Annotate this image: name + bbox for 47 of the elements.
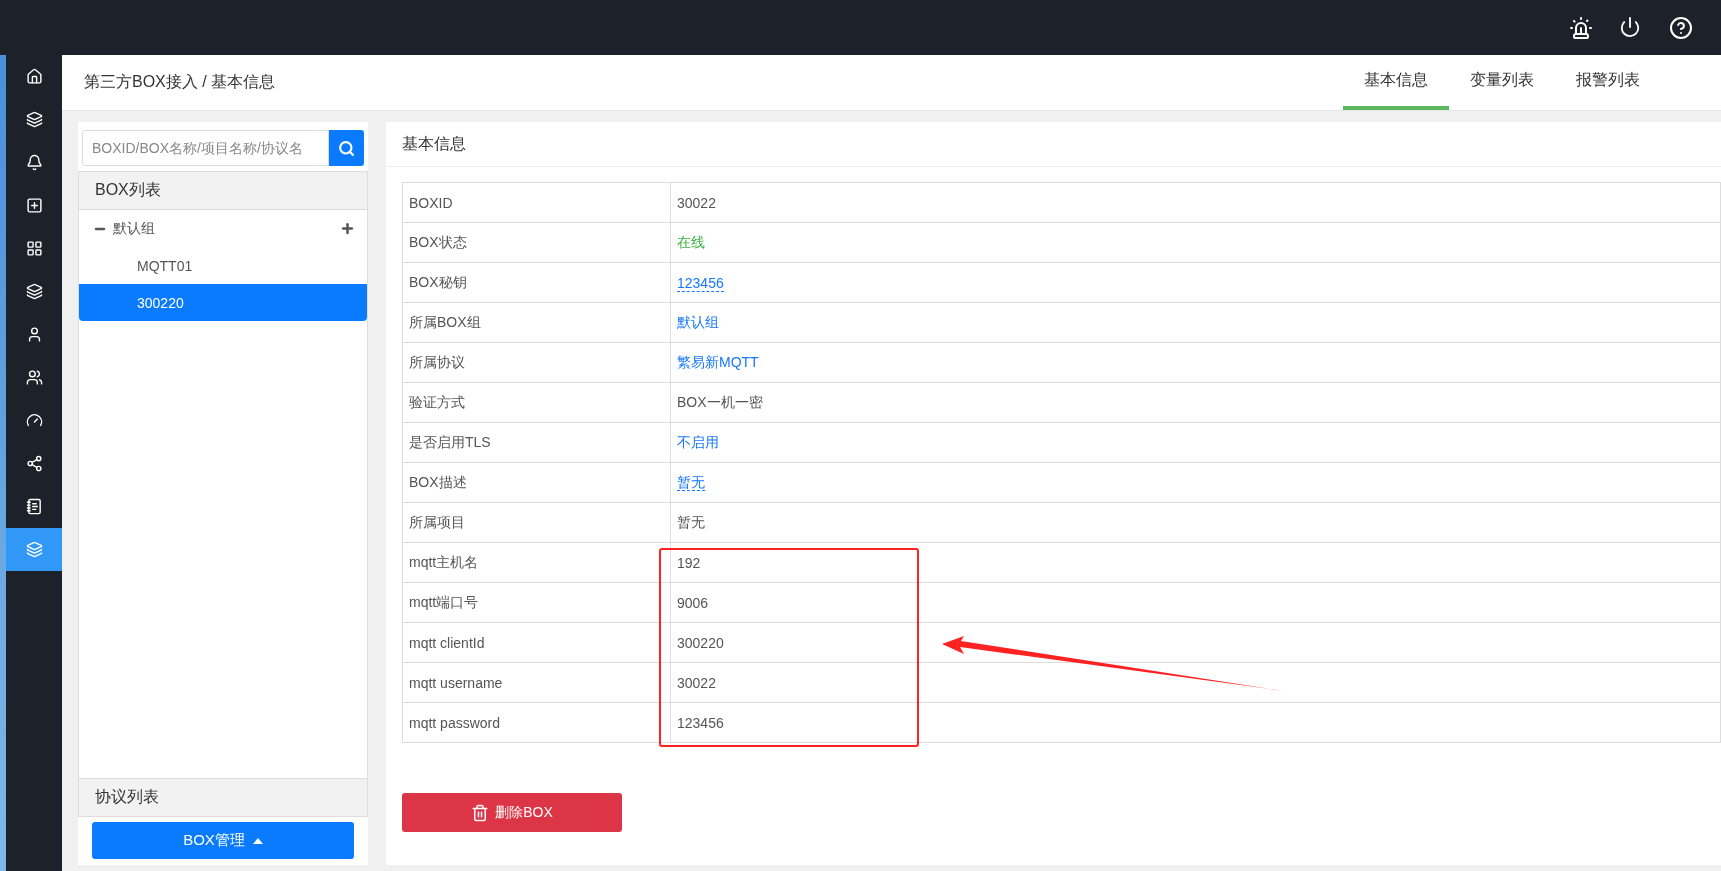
tab[interactable]: 报警列表 bbox=[1555, 55, 1661, 110]
trash-icon bbox=[471, 803, 490, 822]
table-cell: BOX状态 bbox=[402, 222, 671, 263]
table-cell: 123456 bbox=[670, 262, 1721, 303]
table-cell: BOXID bbox=[402, 182, 671, 223]
tree-item[interactable]: 300220 bbox=[79, 284, 367, 321]
table-cell: 暂无 bbox=[670, 462, 1721, 503]
caret-icon bbox=[252, 837, 263, 844]
table-cell: BOX描述 bbox=[402, 462, 671, 503]
table-cell: BOX一机一密 bbox=[670, 382, 1721, 423]
table-cell: 所属协议 bbox=[402, 342, 671, 383]
card-title: 基本信息 bbox=[386, 122, 1721, 167]
table-cell: BOX秘钥 bbox=[402, 262, 671, 303]
table-cell: 123456 bbox=[670, 702, 1721, 743]
list-header: 协议列表 bbox=[79, 778, 367, 816]
help-icon[interactable] bbox=[1669, 15, 1693, 40]
table-cell: 繁易新MQTT bbox=[670, 342, 1721, 383]
tab[interactable]: 变量列表 bbox=[1449, 55, 1555, 110]
group-row[interactable]: 默认组 bbox=[79, 210, 367, 247]
table-cell: 在线 bbox=[670, 222, 1721, 263]
list-header: BOX列表 bbox=[79, 172, 367, 210]
group-name[interactable]: 默认组 bbox=[113, 219, 334, 238]
breadcrumb: 第三方BOX接入 / 基本信息 bbox=[84, 72, 276, 92]
alarm-light-icon[interactable] bbox=[1569, 15, 1593, 40]
search-icon bbox=[338, 139, 355, 157]
table-cell: 不启用 bbox=[670, 422, 1721, 463]
table-cell: 30022 bbox=[670, 182, 1721, 223]
table-cell: 所属BOX组 bbox=[402, 302, 671, 343]
table-cell: 192 bbox=[670, 542, 1721, 583]
table-cell: 默认组 bbox=[670, 302, 1721, 343]
table-cell: 验证方式 bbox=[402, 382, 671, 423]
table-cell: mqtt端口号 bbox=[402, 582, 671, 623]
search-button[interactable] bbox=[329, 130, 364, 166]
manage-button[interactable]: BOX管理 bbox=[92, 822, 354, 859]
search-field[interactable]: BOXID/BOX名称/项目名称/协议名 bbox=[82, 130, 329, 166]
table-cell: mqtt clientId bbox=[402, 622, 671, 663]
table-cell: 所属项目 bbox=[402, 502, 671, 543]
table-cell: mqtt username bbox=[402, 662, 671, 703]
table-cell: mqtt主机名 bbox=[402, 542, 671, 583]
table-cell: 是否启用TLS bbox=[402, 422, 671, 463]
tree-item[interactable]: MQTT01 bbox=[79, 247, 367, 284]
tab[interactable]: 基本信息 bbox=[1343, 55, 1449, 110]
table-cell: mqtt password bbox=[402, 702, 671, 743]
table-cell: 9006 bbox=[670, 582, 1721, 623]
add-icon[interactable] bbox=[340, 221, 355, 236]
table-cell: 暂无 bbox=[670, 502, 1721, 543]
delete-button[interactable]: 删除BOX bbox=[402, 793, 622, 832]
